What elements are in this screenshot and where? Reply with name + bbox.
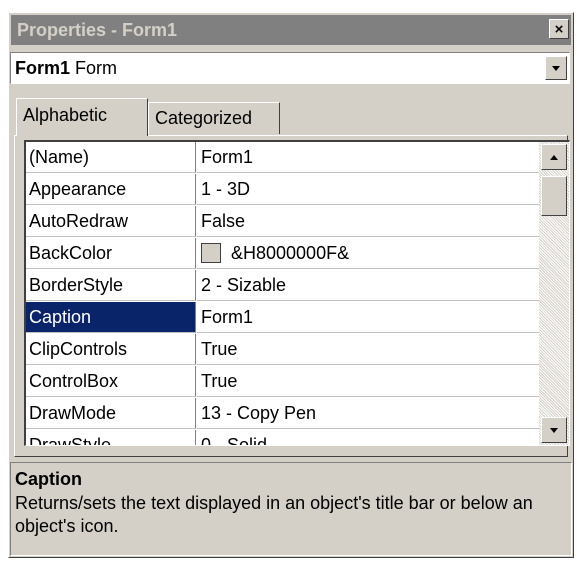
property-value-text: Form1 [201,307,254,327]
object-name: Form1 [15,58,71,78]
property-name[interactable]: DrawStyle [26,430,196,445]
close-icon: × [554,20,564,38]
property-name[interactable]: (Name) [26,142,196,173]
property-value-text: True [201,339,238,359]
property-name[interactable]: Caption [26,302,196,333]
property-row[interactable]: BackColor &H8000000F& [26,238,540,270]
property-value[interactable]: &H8000000F& [197,238,540,269]
color-swatch [201,242,221,263]
tab-categorized-label: Categorized [155,108,253,128]
property-value-text: &H8000000F& [231,243,350,263]
scroll-up-button[interactable] [541,144,567,170]
property-value[interactable]: True [197,334,540,365]
scroll-down-button[interactable] [541,417,567,443]
property-row[interactable]: DrawStyle 0 - Solid [26,430,540,446]
property-row[interactable]: Caption Form1 [26,302,540,334]
description-panel: Caption Returns/sets the text displayed … [10,462,572,556]
property-value[interactable]: 0 - Solid [197,430,540,446]
property-name[interactable]: ClipControls [26,334,196,365]
property-name[interactable]: AutoRedraw [26,206,196,237]
property-value-text: Form1 [201,147,254,167]
tab-alphabetic-label: Alphabetic [23,105,108,125]
property-row[interactable]: BorderStyle 2 - Sizable [26,270,540,302]
property-value[interactable]: 2 - Sizable [197,270,540,301]
property-row[interactable]: ControlBox True [26,366,540,398]
close-button[interactable]: × [549,19,569,39]
title-bar[interactable]: Properties - Form1 × [11,15,571,45]
window-title: Properties - Form1 [17,19,178,40]
property-name[interactable]: Appearance [26,174,196,205]
property-value[interactable]: Form1 [197,302,540,333]
property-value[interactable]: 1 - 3D [197,174,540,205]
description-title: Caption [15,469,82,489]
property-grid: (Name) Form1 Appearance 1 - 3D AutoRedraw Fal… [24,140,570,446]
property-row[interactable]: AutoRedraw False [26,206,540,238]
property-value[interactable]: Form1 [197,142,540,173]
property-value[interactable]: True [197,366,540,397]
property-value-text: 2 - Sizable [201,275,287,295]
description-text: Returns/sets the text displayed in an ob… [15,493,533,536]
vertical-scrollbar[interactable] [539,142,569,445]
arrow-down-icon [550,428,558,433]
object-selector-dropdown-button[interactable] [545,56,567,80]
property-row[interactable]: DrawMode 13 - Copy Pen [26,398,540,430]
property-row[interactable]: (Name) Form1 [26,142,540,174]
property-value-text: 13 - Copy Pen [201,403,317,423]
tab-categorized[interactable]: Categorized [148,102,280,134]
property-value-text: False [201,211,246,231]
property-value-text: True [201,371,238,391]
object-type: Form [75,58,118,78]
property-value[interactable]: False [197,206,540,237]
tab-alphabetic[interactable]: Alphabetic [16,98,148,136]
scroll-thumb[interactable] [541,176,567,216]
property-name[interactable]: BackColor [26,238,196,269]
property-name[interactable]: DrawMode [26,398,196,429]
property-name[interactable]: BorderStyle [26,270,196,301]
property-row[interactable]: Appearance 1 - 3D [26,174,540,206]
property-value-text: 1 - 3D [201,179,251,199]
arrow-up-icon [550,155,558,160]
property-row[interactable]: ClipControls True [26,334,540,366]
property-name[interactable]: ControlBox [26,366,196,397]
chevron-down-icon [552,66,560,71]
object-selector[interactable]: Form1 Form [10,52,570,84]
property-value[interactable]: 13 - Copy Pen [197,398,540,429]
property-value-text: 0 - Solid [201,435,268,446]
